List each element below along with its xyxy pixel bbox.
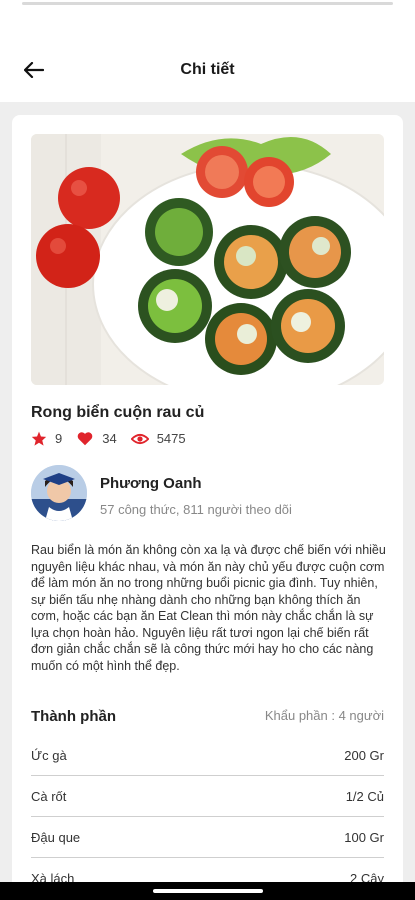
home-indicator[interactable] bbox=[152, 889, 263, 893]
eye-icon bbox=[130, 433, 149, 444]
ingredients-header: Thành phần Khẩu phần : 4 người bbox=[31, 706, 384, 728]
top-strip bbox=[0, 0, 415, 8]
heart-icon bbox=[77, 432, 93, 446]
list-item: Ức gà 200 Gr bbox=[31, 735, 384, 776]
views-count: 5475 bbox=[156, 431, 186, 446]
divider bbox=[22, 2, 393, 5]
author-section[interactable]: Phương Oanh 57 công thức, 811 người theo… bbox=[31, 465, 384, 525]
recipe-photo[interactable] bbox=[31, 134, 384, 385]
ingredient-name: Cà rốt bbox=[31, 789, 67, 804]
app-header: Chi tiết bbox=[0, 8, 415, 102]
list-item: Cà rốt 1/2 Củ bbox=[31, 776, 384, 817]
star-icon bbox=[31, 431, 47, 446]
recipe-card: Rong biển cuộn rau củ 9 34 5475 Phương O… bbox=[12, 115, 403, 900]
recipe-stats: 9 34 5475 bbox=[31, 431, 200, 446]
likes-count: 34 bbox=[102, 431, 117, 446]
ingredient-qty: 100 Gr bbox=[344, 830, 384, 845]
author-meta: 57 công thức, 811 người theo dõi bbox=[100, 502, 292, 517]
views-stat: 5475 bbox=[130, 431, 186, 446]
author-avatar-photo bbox=[31, 465, 87, 521]
food-photo bbox=[31, 134, 384, 385]
author-name[interactable]: Phương Oanh bbox=[100, 475, 202, 492]
rating-count: 9 bbox=[55, 431, 63, 446]
rating-stat[interactable]: 9 bbox=[31, 431, 62, 446]
likes-stat[interactable]: 34 bbox=[76, 431, 117, 446]
ingredients-list: Ức gà 200 Gr Cà rốt 1/2 Củ Đậu que 100 G… bbox=[31, 735, 384, 899]
ingredient-name: Đậu que bbox=[31, 830, 81, 845]
servings-label: Khẩu phần : 4 người bbox=[264, 708, 384, 723]
list-item: Đậu que 100 Gr bbox=[31, 817, 384, 858]
avatar[interactable] bbox=[31, 465, 87, 521]
ingredient-name: Ức gà bbox=[31, 748, 67, 763]
ingredient-qty: 200 Gr bbox=[344, 748, 384, 763]
page-title: Chi tiết bbox=[180, 61, 235, 78]
ingredient-qty: 1/2 Củ bbox=[345, 789, 384, 804]
recipe-title: Rong biển cuộn rau củ bbox=[31, 404, 205, 421]
ingredients-title: Thành phần bbox=[31, 708, 116, 725]
recipe-description: Rau biển là món ăn không còn xa lạ và đư… bbox=[31, 543, 386, 673]
system-nav-bar bbox=[0, 882, 415, 900]
